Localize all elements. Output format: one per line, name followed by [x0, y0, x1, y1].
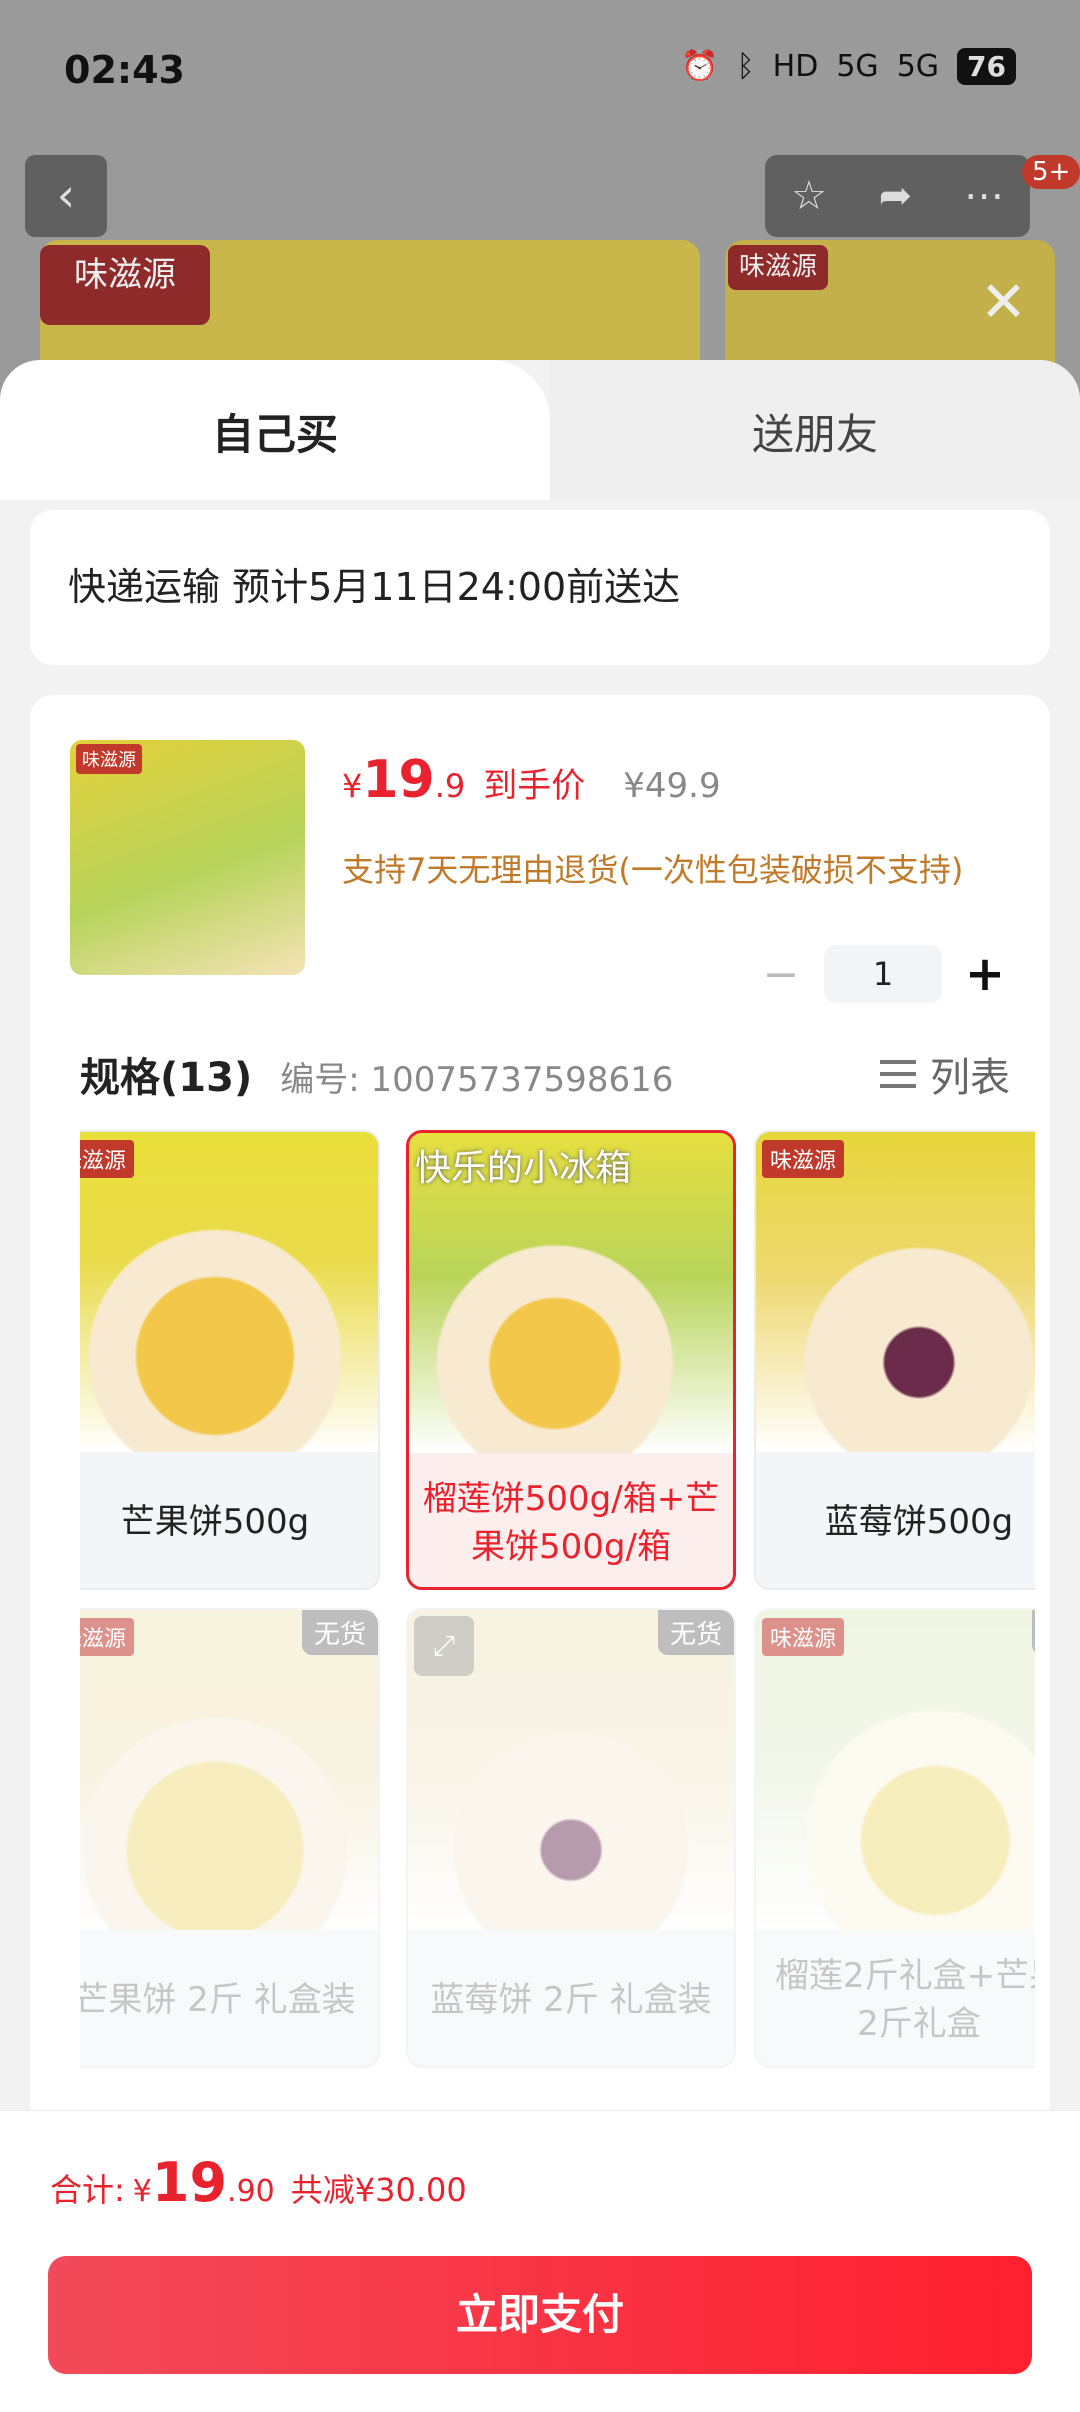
- spec-option-label: 榴莲饼500g/箱+芒果饼500g/箱: [422, 1479, 720, 1567]
- total-decimal: .90: [227, 2174, 275, 2209]
- background-brand-logo: 味滋源: [40, 245, 210, 325]
- product-image: [80, 1610, 378, 1930]
- total-discount: 共减¥30.00: [290, 2171, 467, 2209]
- hd-label: HD: [772, 49, 819, 84]
- notification-badge: 5+: [1022, 155, 1080, 189]
- spec-option-label: 芒果饼500g: [120, 1502, 310, 1542]
- more-icon[interactable]: ⋯: [964, 173, 1004, 219]
- list-view-button[interactable]: 列表: [880, 1045, 1010, 1103]
- close-icon[interactable]: ✕: [980, 270, 1027, 335]
- product-code: 编号: 10075737598616: [280, 1060, 674, 1100]
- spec-grid: 味滋源 芒果饼500g 快乐的小冰箱 榴莲饼500g/箱+芒果饼500g/箱 味…: [80, 1130, 1035, 2080]
- battery-icon: 76: [957, 48, 1016, 85]
- back-button[interactable]: ‹: [25, 155, 107, 237]
- refund-policy: 支持7天无理由退货(一次性包装破损不支持): [342, 851, 964, 889]
- out-of-stock-badge: 无: [1031, 1610, 1035, 1655]
- chevron-left-icon: ‹: [56, 168, 76, 222]
- total-row: 合计: ¥ 19 .90 共减¥30.00: [50, 2151, 467, 2214]
- spec-header: 规格(13) 编号: 10075737598616 列表: [80, 1045, 1010, 1103]
- original-price: ¥49.9: [623, 766, 721, 806]
- price-symbol: ¥: [342, 767, 363, 805]
- quantity-stepper: − 1 +: [756, 945, 1010, 1003]
- tab-buy-self[interactable]: 自己买: [0, 360, 550, 500]
- decrease-button[interactable]: −: [756, 949, 806, 1000]
- product-image: [80, 1132, 378, 1452]
- total-symbol: ¥: [132, 2174, 152, 2209]
- background-brand-logo-2: 味滋源: [728, 245, 828, 290]
- price-decimal: .9: [434, 767, 466, 805]
- spec-option-durian-mango-gift[interactable]: 味滋源 无 榴莲2斤礼盒+芒果2斤礼盒: [754, 1608, 1035, 2068]
- purchase-sheet: 送朋友 自己买 快递运输 预计5月11日24:00前送达 味滋源 ¥ 19 .9…: [0, 360, 1080, 2412]
- purchase-tabs: 送朋友 自己买: [0, 360, 1080, 500]
- pay-now-button[interactable]: 立即支付: [48, 2256, 1032, 2374]
- total-label: 合计:: [50, 2171, 125, 2209]
- spec-option-label: 芒果饼 2斤 礼盒装: [80, 1980, 356, 2020]
- bluetooth-icon: ᛒ: [736, 49, 755, 84]
- spec-option-durian-mango[interactable]: 快乐的小冰箱 榴莲饼500g/箱+芒果饼500g/箱: [406, 1130, 736, 1590]
- price-row: ¥ 19 .9 到手价 ¥49.9: [342, 750, 721, 810]
- overlay-watermark: 快乐的小冰箱: [415, 1148, 632, 1189]
- star-icon[interactable]: ☆: [791, 173, 827, 219]
- brand-logo: 味滋源: [762, 1618, 845, 1656]
- spec-option-label: 榴莲2斤礼盒+芒果2斤礼盒: [774, 1956, 1035, 2044]
- brand-logo: 味滋源: [80, 1140, 135, 1178]
- total-integer: 19: [151, 2151, 228, 2214]
- alarm-icon: ⏰: [681, 49, 719, 84]
- checkout-footer: 合计: ¥ 19 .90 共减¥30.00 立即支付: [0, 2110, 1080, 2412]
- zoom-icon[interactable]: ⤢: [414, 1616, 474, 1676]
- status-bar: 02:43 ⏰ ᛒ HD 5G 5G 76: [0, 0, 1080, 140]
- signal-icon-2: 5G: [896, 49, 940, 84]
- spec-option-mango-gift[interactable]: 味滋源 无货 芒果饼 2斤 礼盒装: [80, 1608, 380, 2068]
- status-time: 02:43: [64, 48, 185, 92]
- signal-icon-1: 5G: [836, 49, 879, 84]
- list-view-label: 列表: [930, 1055, 1010, 1101]
- product-thumbnail: 味滋源: [70, 740, 305, 975]
- out-of-stock-badge: 无货: [301, 1610, 378, 1655]
- product-image: [756, 1610, 1035, 1930]
- shipping-info: 快递运输 预计5月11日24:00前送达: [30, 510, 1050, 665]
- spec-option-mango[interactable]: 味滋源 芒果饼500g: [80, 1130, 380, 1590]
- spec-option-label: 蓝莓饼500g: [824, 1502, 1014, 1542]
- product-image: [756, 1132, 1035, 1452]
- out-of-stock-badge: 无货: [657, 1610, 734, 1655]
- status-icons: ⏰ ᛒ HD 5G 5G 76: [681, 48, 1016, 85]
- spec-option-label: 蓝莓饼 2斤 礼盒装: [430, 1980, 712, 2020]
- increase-button[interactable]: +: [960, 946, 1010, 1002]
- spec-option-blueberry-gift[interactable]: ⤢ 无货 蓝莓饼 2斤 礼盒装: [406, 1608, 736, 2068]
- brand-logo: 味滋源: [76, 744, 142, 774]
- share-icon[interactable]: ➦: [879, 173, 913, 219]
- list-icon: [880, 1056, 916, 1092]
- price-tag: 到手价: [483, 766, 586, 806]
- spec-title: 规格(13): [80, 1055, 253, 1101]
- brand-logo: 味滋源: [762, 1140, 845, 1178]
- tab-send-friend[interactable]: 送朋友: [550, 360, 1080, 500]
- quantity-input[interactable]: 1: [824, 945, 942, 1003]
- spec-option-blueberry[interactable]: 味滋源 蓝莓饼500g: [754, 1130, 1035, 1590]
- top-actions: ☆ ➦ ⋯: [765, 155, 1030, 237]
- brand-logo: 味滋源: [80, 1618, 135, 1656]
- price-integer: 19: [362, 750, 435, 810]
